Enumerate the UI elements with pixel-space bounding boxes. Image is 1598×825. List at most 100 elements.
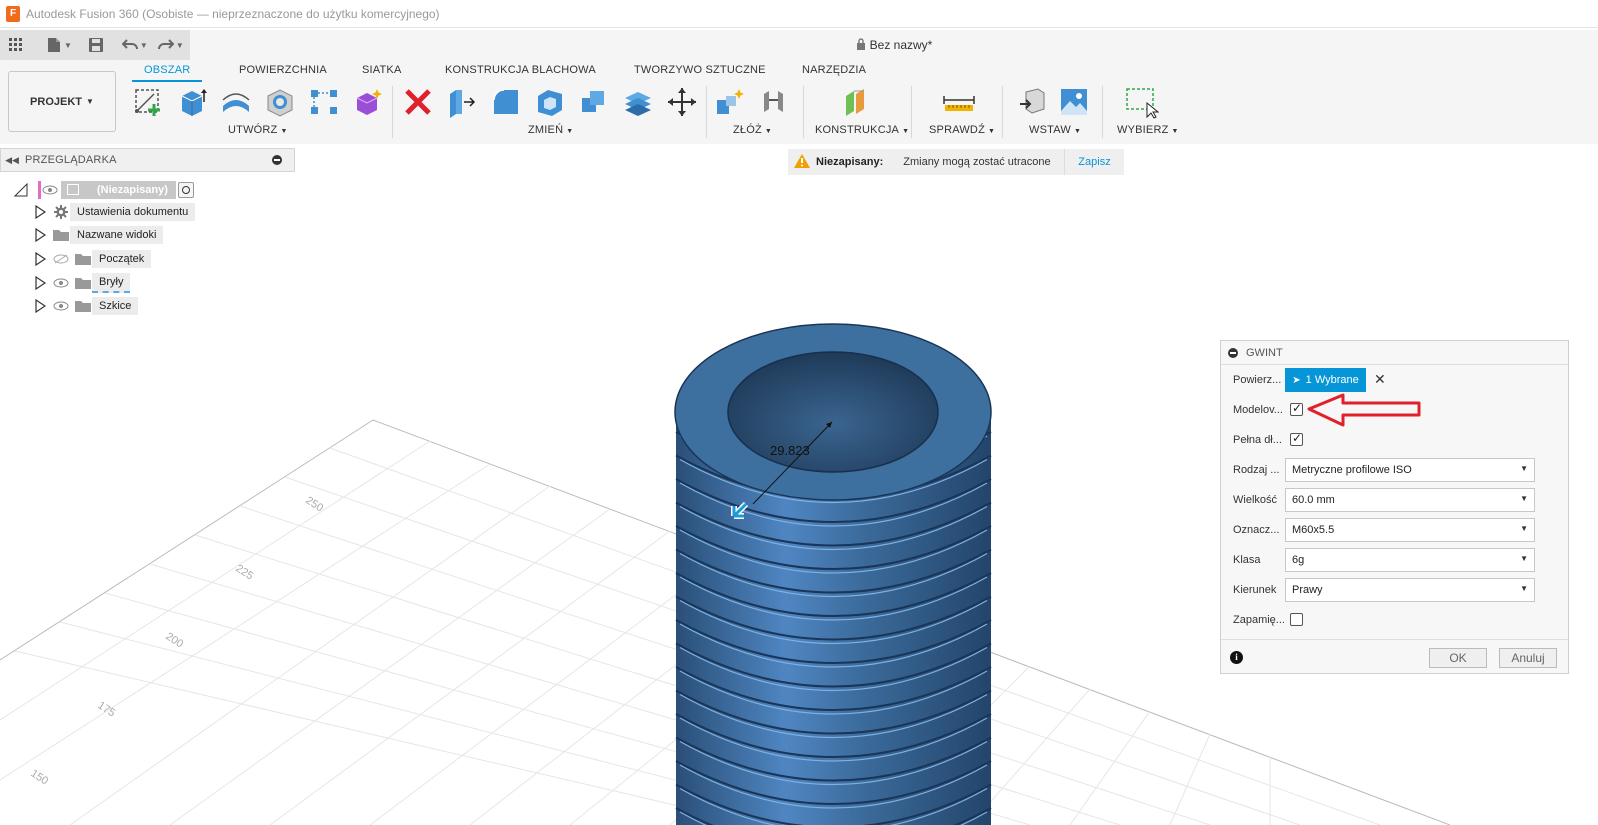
direction-select[interactable]: Prawy ▼ [1285, 578, 1535, 602]
group-inspect[interactable]: SPRAWDŹ ▼ [929, 124, 995, 136]
file-icon[interactable] [42, 33, 66, 57]
project-label: PROJEKT [30, 95, 83, 108]
browser-node-document-settings[interactable]: Ustawienia dokumentu [34, 202, 196, 222]
document-icon [67, 184, 79, 195]
fusion360-window: F Autodesk Fusion 360 (Osobiste — nieprz… [0, 0, 1598, 825]
offset-plane-icon[interactable] [840, 84, 876, 120]
fillet-icon[interactable] [488, 84, 524, 120]
save-icon[interactable] [84, 33, 108, 57]
warning-message: Zmiany mogą zostać utracone [903, 156, 1051, 168]
measure-icon[interactable] [941, 84, 977, 120]
browser-minimize-icon[interactable] [272, 155, 282, 165]
remember-size-checkbox[interactable] [1290, 613, 1303, 626]
visibility-eye-icon[interactable] [41, 184, 59, 196]
browser-node-bodies[interactable]: Bryły [34, 273, 131, 293]
thread-type-label: Rodzaj ... [1233, 464, 1280, 476]
clear-selection-icon[interactable]: ✕ [1374, 371, 1386, 388]
tree-label-sketches: Szkice [92, 297, 139, 315]
redo-icon[interactable] [154, 33, 178, 57]
dialog-collapse-icon[interactable] [1228, 347, 1238, 358]
thread-type-value: Metryczne profilowe ISO [1292, 464, 1412, 476]
project-button[interactable]: PROJEKT ▼ [8, 71, 116, 132]
grid-label: 150 [28, 767, 50, 787]
insert-derive-icon[interactable] [1014, 84, 1050, 120]
expand-triangle-icon[interactable] [34, 205, 46, 219]
undo-caret-icon[interactable]: ▼ [140, 41, 148, 50]
tab-tworzywo-sztuczne[interactable]: TWORZYWO SZTUCZNE [634, 64, 766, 76]
extrude-icon[interactable] [174, 84, 210, 120]
class-select[interactable]: 6g ▼ [1285, 548, 1535, 572]
hole-icon[interactable] [262, 84, 298, 120]
ok-button[interactable]: OK [1429, 648, 1487, 668]
group-create[interactable]: UTWÓRZ ▼ [228, 124, 288, 136]
visibility-eye-icon[interactable] [52, 300, 70, 312]
cancel-button[interactable]: Anuluj [1499, 648, 1557, 668]
group-insert[interactable]: WSTAW ▼ [1029, 124, 1081, 136]
file-menu-caret-icon[interactable]: ▼ [64, 41, 72, 50]
shell-icon[interactable] [532, 84, 568, 120]
expanded-triangle-icon[interactable] [14, 183, 28, 197]
size-select[interactable]: 60.0 mm ▼ [1285, 488, 1535, 512]
threaded-cylinder-model[interactable] [674, 323, 992, 825]
group-select-label: WYBIERZ [1117, 124, 1169, 136]
hidden-eye-icon[interactable] [52, 253, 70, 265]
group-select[interactable]: WYBIERZ ▼ [1117, 124, 1179, 136]
info-icon[interactable]: i [1230, 651, 1243, 664]
designation-label: Oznacz... [1233, 524, 1280, 536]
browser-node-origin[interactable]: Początek [34, 249, 152, 269]
lock-icon [856, 37, 866, 53]
app-grid-icon[interactable] [4, 33, 28, 57]
revolve-icon[interactable] [218, 84, 254, 120]
group-modify[interactable]: ZMIEŃ ▼ [528, 124, 573, 136]
direction-value: Prawy [1292, 584, 1323, 596]
folder-icon [74, 277, 92, 289]
combine-icon[interactable] [576, 84, 612, 120]
thread-type-select[interactable]: Metryczne profilowe ISO ▼ [1285, 458, 1535, 482]
tab-konstrukcja-blachowa[interactable]: KONSTRUKCJA BLACHOWA [445, 64, 596, 76]
warning-icon [794, 153, 810, 171]
faces-selection-button[interactable]: ➤ 1 Wybrane [1285, 368, 1366, 392]
save-link[interactable]: Zapisz [1064, 149, 1124, 175]
document-tab[interactable]: Bez nazwy* [190, 30, 1598, 60]
tree-label-origin: Początek [92, 250, 152, 268]
collapse-panel-icon[interactable]: ◀◀ [3, 155, 21, 166]
press-pull-icon[interactable] [444, 84, 480, 120]
group-select-caret-icon: ▼ [1171, 128, 1179, 135]
insert-canvas-icon[interactable] [1056, 84, 1092, 120]
pattern-icon[interactable] [306, 84, 342, 120]
full-length-checkbox[interactable] [1290, 431, 1303, 446]
create-form-icon[interactable] [350, 84, 386, 120]
title-bar: F Autodesk Fusion 360 (Osobiste — nieprz… [0, 0, 1598, 28]
group-construct[interactable]: KONSTRUKCJA ▼ [815, 124, 909, 136]
browser-node-named-views[interactable]: Nazwane widoki [34, 225, 164, 245]
modeled-checkbox[interactable] [1290, 401, 1303, 416]
new-component-icon[interactable] [712, 84, 748, 120]
group-inspect-label: SPRAWDŹ [929, 124, 985, 136]
tab-powierzchnia[interactable]: POWIERZCHNIA [239, 64, 327, 76]
direction-label: Kierunek [1233, 584, 1277, 596]
delete-icon[interactable] [400, 84, 436, 120]
undo-icon[interactable] [118, 33, 142, 57]
expand-triangle-icon[interactable] [34, 252, 46, 266]
tab-siatka[interactable]: SIATKA [362, 64, 402, 76]
group-assemble[interactable]: ZŁÓŻ ▼ [733, 124, 772, 136]
move-icon[interactable] [664, 84, 700, 120]
expand-triangle-icon[interactable] [34, 299, 46, 313]
offset-faces-icon[interactable] [620, 84, 656, 120]
tab-obszar[interactable]: OBSZAR [144, 64, 190, 76]
group-modify-caret-icon: ▼ [566, 128, 574, 135]
expand-triangle-icon[interactable] [34, 276, 46, 290]
designation-select[interactable]: M60x5.5 ▼ [1285, 518, 1535, 542]
redo-caret-icon[interactable]: ▼ [176, 41, 184, 50]
window-select-icon[interactable] [1124, 84, 1160, 120]
create-sketch-icon[interactable] [130, 84, 166, 120]
browser-root-node[interactable]: (Niezapisany) [14, 180, 194, 200]
visibility-eye-icon[interactable] [52, 277, 70, 289]
class-label: Klasa [1233, 554, 1261, 566]
joint-icon[interactable] [756, 84, 792, 120]
activate-radio-icon[interactable] [177, 182, 194, 198]
tab-narzedzia[interactable]: NARZĘDZIA [802, 64, 866, 76]
expand-triangle-icon[interactable] [34, 228, 46, 242]
browser-node-sketches[interactable]: Szkice [34, 296, 139, 316]
faces-selection-value: 1 Wybrane [1305, 374, 1359, 386]
